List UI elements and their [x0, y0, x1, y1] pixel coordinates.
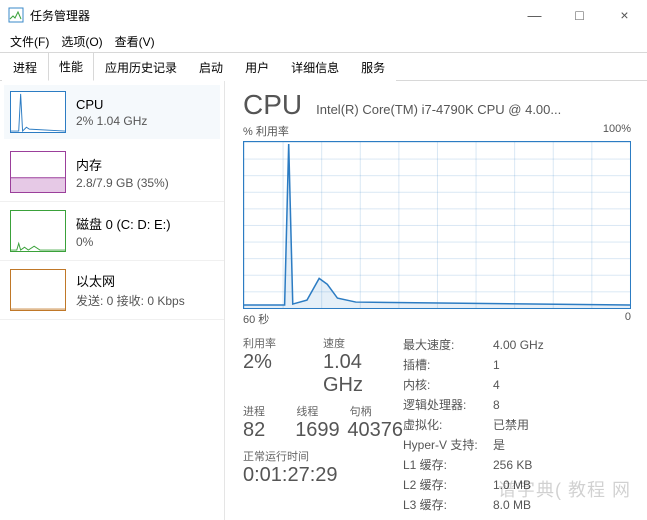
sidebar: CPU 2% 1.04 GHz 内存 2.8/7.9 GB (35%) [0, 81, 225, 520]
value-cores: 4 [493, 375, 500, 395]
memory-mini-chart [10, 151, 66, 193]
sidebar-ethernet-text: 以太网 发送: 0 接收: 0 Kbps [76, 269, 185, 311]
value-virtualization: 已禁用 [493, 415, 529, 435]
label-hyperv: Hyper-V 支持: [403, 435, 493, 455]
watermark: 谱字典( 教程 网 [498, 476, 631, 502]
sidebar-disk-sub: 0% [76, 235, 171, 249]
chart-time-zero: 0 [625, 311, 631, 327]
value-processes: 82 [243, 419, 295, 442]
tab-startup[interactable]: 启动 [188, 53, 234, 81]
tab-services[interactable]: 服务 [350, 53, 396, 81]
value-handles: 40376 [347, 419, 403, 442]
window-title: 任务管理器 [30, 7, 90, 24]
value-l1: 256 KB [493, 455, 532, 475]
menu-file[interactable]: 文件(F) [6, 31, 53, 52]
main-area: CPU 2% 1.04 GHz 内存 2.8/7.9 GB (35%) [0, 81, 647, 520]
sidebar-ethernet-title: 以太网 [76, 271, 185, 290]
value-max-speed: 4.00 GHz [493, 335, 544, 355]
menu-view[interactable]: 查看(V) [111, 31, 159, 52]
sidebar-ethernet-sub: 发送: 0 接收: 0 Kbps [76, 292, 185, 309]
sidebar-cpu-text: CPU 2% 1.04 GHz [76, 91, 147, 133]
title-bar: 任务管理器 — □ × [0, 0, 647, 30]
label-logical: 逻辑处理器: [403, 395, 493, 415]
ethernet-mini-chart [10, 269, 66, 311]
label-processes: 进程 [243, 403, 296, 419]
sidebar-disk-text: 磁盘 0 (C: D: E:) 0% [76, 210, 171, 252]
value-threads: 1699 [295, 419, 347, 442]
chart-util-label: % 利用率 [243, 123, 289, 139]
value-hyperv: 是 [493, 435, 505, 455]
minimize-button[interactable]: — [512, 0, 557, 30]
sidebar-item-disk[interactable]: 磁盘 0 (C: D: E:) 0% [0, 202, 224, 261]
details-pane: CPU Intel(R) Core(TM) i7-4790K CPU @ 4.0… [225, 81, 647, 520]
sidebar-memory-sub: 2.8/7.9 GB (35%) [76, 176, 169, 190]
label-l2: L2 缓存: [403, 475, 493, 495]
app-icon [8, 7, 24, 23]
label-l3: L3 缓存: [403, 495, 493, 515]
tab-bar: 进程 性能 应用历史记录 启动 用户 详细信息 服务 [0, 53, 647, 81]
sidebar-cpu-sub: 2% 1.04 GHz [76, 114, 147, 128]
chart-util-max: 100% [603, 123, 631, 139]
chart-timespan: 60 秒 [243, 311, 269, 327]
window-controls: — □ × [512, 0, 647, 30]
label-handles: 句柄 [350, 403, 403, 419]
cpu-model: Intel(R) Core(TM) i7-4790K CPU @ 4.00... [316, 102, 561, 117]
cpu-utilization-chart[interactable] [243, 141, 631, 309]
cpu-heading: CPU [243, 89, 302, 121]
stats-left: 利用率 速度 2% 1.04 GHz 进程 线程 句柄 82 1699 4037… [243, 335, 403, 515]
label-cores: 内核: [403, 375, 493, 395]
value-speed: 1.04 GHz [323, 351, 403, 397]
sidebar-disk-title: 磁盘 0 (C: D: E:) [76, 214, 171, 233]
label-threads: 线程 [296, 403, 349, 419]
label-speed: 速度 [323, 335, 403, 351]
sidebar-item-cpu[interactable]: CPU 2% 1.04 GHz [4, 85, 220, 139]
close-button[interactable]: × [602, 0, 647, 30]
value-utilization: 2% [243, 351, 323, 397]
sidebar-item-memory[interactable]: 内存 2.8/7.9 GB (35%) [0, 143, 224, 202]
cpu-header: CPU Intel(R) Core(TM) i7-4790K CPU @ 4.0… [243, 89, 631, 121]
sidebar-cpu-title: CPU [76, 97, 147, 112]
tab-details[interactable]: 详细信息 [280, 53, 350, 81]
chart-bottom-labels: 60 秒 0 [243, 311, 631, 327]
value-uptime: 0:01:27:29 [243, 464, 403, 487]
chart-top-labels: % 利用率 100% [243, 123, 631, 139]
tab-app-history[interactable]: 应用历史记录 [94, 53, 188, 81]
tab-users[interactable]: 用户 [234, 53, 280, 81]
tab-performance[interactable]: 性能 [48, 52, 94, 81]
sidebar-item-ethernet[interactable]: 以太网 发送: 0 接收: 0 Kbps [0, 261, 224, 320]
label-virtualization: 虚拟化: [403, 415, 493, 435]
value-logical: 8 [493, 395, 500, 415]
tab-processes[interactable]: 进程 [2, 53, 48, 81]
maximize-button[interactable]: □ [557, 0, 602, 30]
value-sockets: 1 [493, 355, 500, 375]
sidebar-memory-text: 内存 2.8/7.9 GB (35%) [76, 151, 169, 193]
label-l1: L1 缓存: [403, 455, 493, 475]
menu-bar: 文件(F) 选项(O) 查看(V) [0, 30, 647, 52]
label-uptime: 正常运行时间 [243, 448, 403, 464]
label-sockets: 插槽: [403, 355, 493, 375]
menu-options[interactable]: 选项(O) [57, 31, 106, 52]
disk-mini-chart [10, 210, 66, 252]
sidebar-memory-title: 内存 [76, 155, 169, 174]
cpu-mini-chart [10, 91, 66, 133]
label-utilization: 利用率 [243, 335, 323, 351]
label-max-speed: 最大速度: [403, 335, 493, 355]
